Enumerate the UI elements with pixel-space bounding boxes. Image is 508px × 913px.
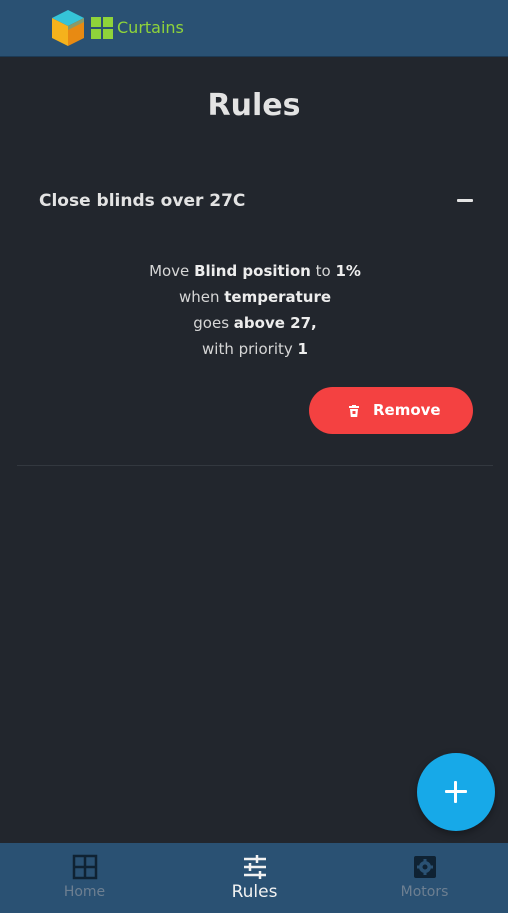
curtains-grid-icon <box>91 17 113 39</box>
rule-description: Move Blind position to 1% when temperatu… <box>17 258 493 362</box>
nav-item-rules[interactable]: Rules <box>170 843 339 913</box>
text-goes: goes <box>193 314 230 332</box>
text-when: when <box>178 288 220 306</box>
grid-icon <box>72 854 98 880</box>
text-to: to <box>315 262 331 280</box>
rule-line-action: Move Blind position to 1% <box>17 258 493 284</box>
rule-line-priority: with priority 1 <box>17 336 493 362</box>
minus-icon <box>457 199 473 202</box>
add-rule-button[interactable] <box>417 753 495 831</box>
collapse-button[interactable] <box>457 193 473 209</box>
bottom-nav: Home Rules Motors <box>0 843 508 913</box>
nav-item-home[interactable]: Home <box>0 843 169 913</box>
remove-button-label: Remove <box>373 401 441 419</box>
rule-header[interactable]: Close blinds over 27C <box>17 180 493 222</box>
brand-name: Curtains <box>117 18 184 37</box>
rule-title: Close blinds over 27C <box>39 191 246 211</box>
nav-label-rules: Rules <box>231 882 278 902</box>
nav-item-motors[interactable]: Motors <box>340 843 508 913</box>
sliders-icon <box>244 855 266 879</box>
app-header: Curtains <box>0 0 508 57</box>
rule-divider <box>17 465 493 466</box>
rule-condition: above 27, <box>233 314 317 332</box>
cube-logo-icon <box>52 10 84 46</box>
nav-label-motors: Motors <box>400 884 449 900</box>
rule-value: 1% <box>335 262 361 280</box>
text-move: Move <box>149 262 190 280</box>
app-root: Curtains Rules Close blinds over 27C Mov… <box>0 0 508 913</box>
rule-line-when: when temperature <box>17 284 493 310</box>
rule-priority: 1 <box>297 340 308 358</box>
gear-icon <box>414 856 436 878</box>
rule-sensor: temperature <box>224 288 332 306</box>
nav-label-home: Home <box>63 884 106 900</box>
page-title: Rules <box>207 88 301 123</box>
plus-icon-vertical <box>454 781 457 803</box>
rule-line-condition: goes above 27, <box>17 310 493 336</box>
text-priority: with priority <box>202 340 293 358</box>
remove-rule-button[interactable]: Remove <box>309 387 473 434</box>
trash-icon <box>349 405 359 417</box>
rule-target: Blind position <box>194 262 311 280</box>
